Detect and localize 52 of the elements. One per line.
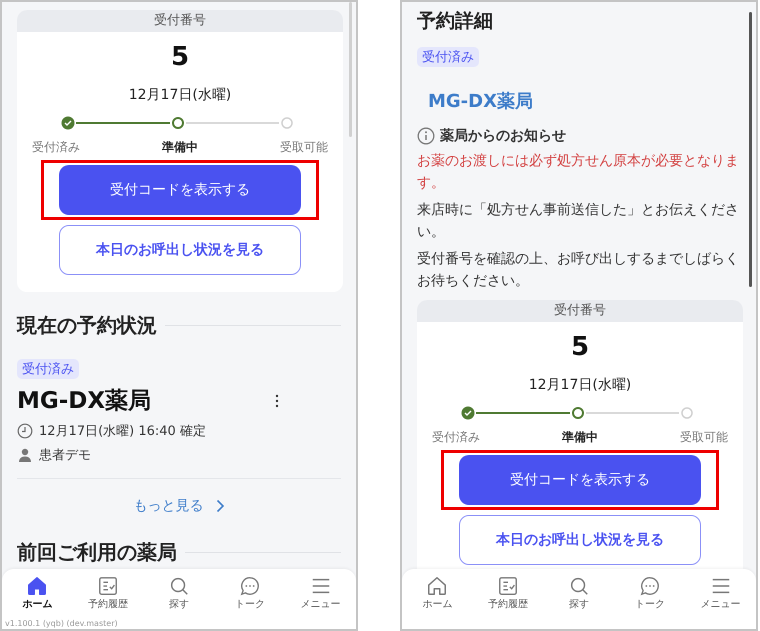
checklist-icon <box>497 575 520 597</box>
person-icon <box>17 447 33 463</box>
nav-tab[interactable]: メニュー <box>690 575 751 610</box>
nav-tab[interactable]: ホーム <box>407 575 468 610</box>
show-code-button[interactable]: 受付コードを表示する <box>59 165 301 215</box>
pharmacy-name[interactable]: MG-DX薬局 <box>428 89 533 113</box>
chat-bubble-icon <box>238 575 261 597</box>
page-title: 予約詳細 <box>417 9 493 34</box>
receipt-date: 12月17日(水曜) <box>128 86 232 104</box>
more-options-icon[interactable] <box>275 394 279 408</box>
notice-title: 薬局からのお知らせ <box>440 127 566 145</box>
chevron-right-icon <box>216 499 224 513</box>
notice-text: 来店時に「処方せん事前送信した」とお伝えください。 <box>417 201 740 242</box>
nav-tab[interactable]: 探す <box>548 575 609 610</box>
step-label: 受付済み <box>32 139 80 156</box>
step-label: 準備中 <box>162 139 198 156</box>
info-icon <box>417 127 435 145</box>
home-icon <box>26 575 48 597</box>
notice-text: 受付番号を確認の上、お呼び出しするまでしばらくお待ちください。 <box>417 250 740 291</box>
nav-tab[interactable]: ホーム <box>7 575 68 610</box>
home-icon <box>426 575 448 597</box>
version-text: v1.100.1 (yqb) (dev.master) <box>5 619 118 629</box>
step-label: 受付済み <box>432 429 480 446</box>
step-label: 受取可能 <box>680 429 728 446</box>
call-status-button[interactable]: 本日のお呼出し状況を見る <box>59 225 301 275</box>
clock-icon <box>17 423 33 439</box>
notice-text: お薬のお渡しには必ず処方せん原本が必要となります。 <box>417 152 740 193</box>
section-title: 前回ご利用の薬局 <box>17 539 177 566</box>
receipt-header: 受付番号 <box>17 10 343 32</box>
more-link[interactable]: もっと見る <box>134 497 224 515</box>
nav-tab[interactable]: トーク <box>220 575 280 610</box>
show-code-button[interactable]: 受付コードを表示する <box>459 455 701 505</box>
nav-tab[interactable]: メニュー <box>290 575 351 610</box>
pharmacy-name: MG-DX薬局 <box>17 387 152 416</box>
status-badge: 受付済み <box>417 47 479 67</box>
reservation-datetime: 12月17日(水曜) 16:40 確定 <box>39 423 206 440</box>
nav-tab[interactable]: 予約履歴 <box>78 575 138 610</box>
call-status-button[interactable]: 本日のお呼出し状況を見る <box>459 515 701 565</box>
receipt-date: 12月17日(水曜) <box>528 376 632 394</box>
step-label: 受取可能 <box>280 139 328 156</box>
nav-tab[interactable]: 予約履歴 <box>478 575 538 610</box>
receipt-number: 5 <box>570 332 590 362</box>
section-title: 現在の予約状況 <box>17 312 157 339</box>
receipt-header: 受付番号 <box>417 300 743 322</box>
status-badge: 受付済み <box>17 359 79 379</box>
chat-bubble-icon <box>638 575 661 597</box>
receipt-number: 5 <box>170 42 190 72</box>
checklist-icon <box>97 575 120 597</box>
patient-name: 患者デモ <box>39 447 91 464</box>
nav-tab[interactable]: トーク <box>620 575 680 610</box>
nav-tab[interactable]: 探す <box>148 575 209 610</box>
step-label: 準備中 <box>562 429 598 446</box>
